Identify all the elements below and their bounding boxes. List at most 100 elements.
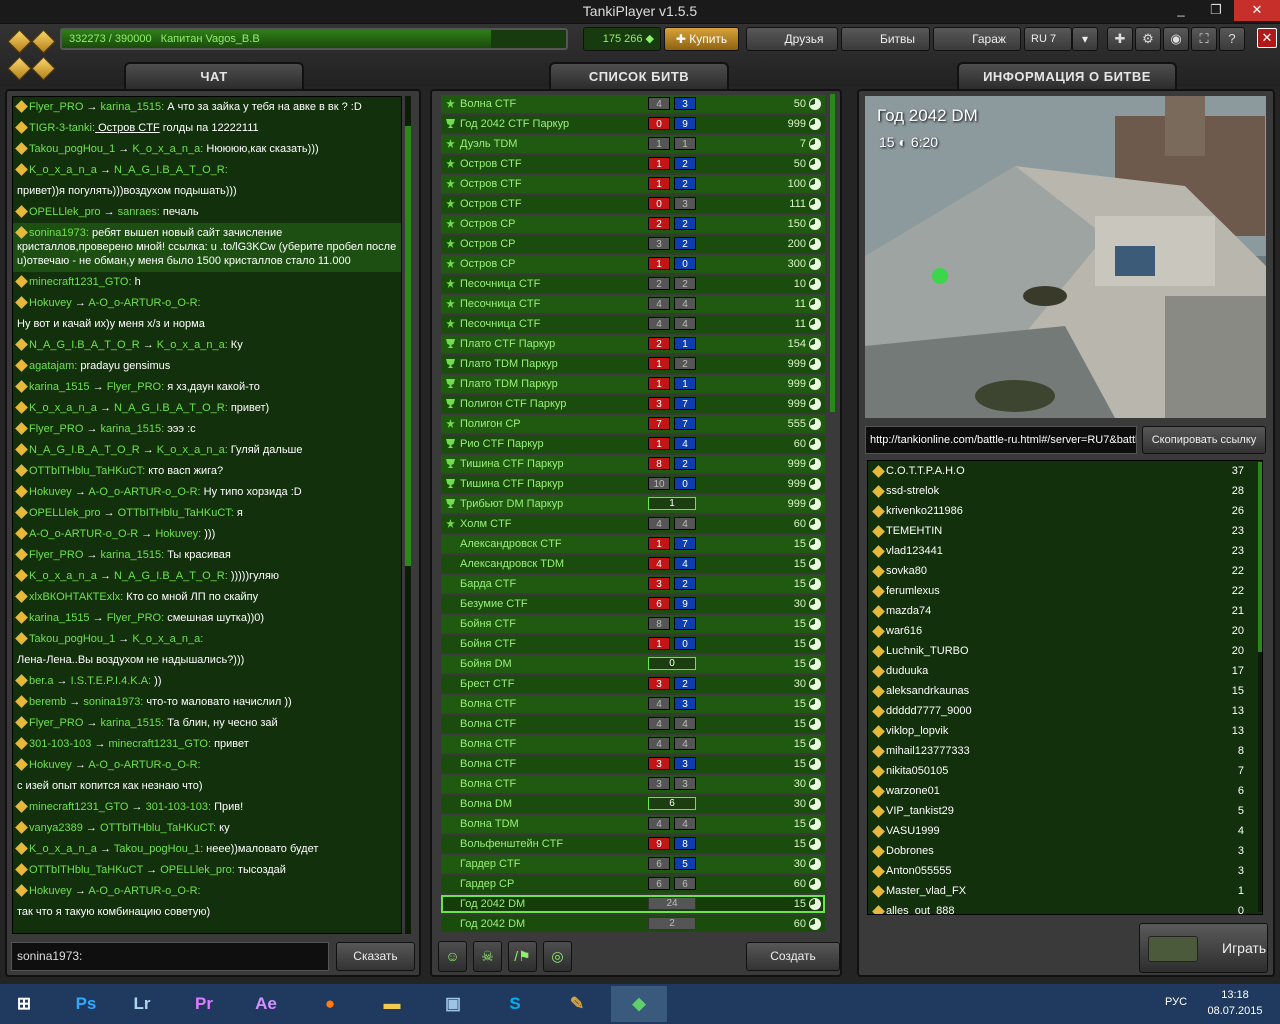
battle-row[interactable]: Бойня CTF 1 0 15: [441, 634, 825, 654]
battle-row[interactable]: Гардер CTF 6 5 30: [441, 854, 825, 874]
chat-recipient[interactable]: K_o_x_a_n_a:: [132, 143, 203, 155]
battle-row[interactable]: Плато CTF Паркур 2 1 154: [441, 334, 825, 354]
chat-recipient[interactable]: Flyer_PRO:: [107, 381, 164, 393]
player-row[interactable]: Luchnik_TURBO 20: [868, 641, 1250, 661]
file-explorer-icon[interactable]: ▬: [364, 986, 420, 1022]
chat-sender[interactable]: Flyer_PRO: [29, 549, 83, 561]
chat-recipient[interactable]: OPELLlek_pro:: [160, 864, 235, 876]
chat-sender[interactable]: K_o_x_a_n_a: [29, 402, 97, 414]
help-icon-button[interactable]: ?: [1219, 27, 1245, 51]
chat-sender[interactable]: OPELLlek_pro: [29, 206, 101, 218]
chat-sender[interactable]: xlxВКОНТАКТЕxlx:: [29, 591, 123, 603]
chat-recipient[interactable]: sonina1973:: [83, 696, 143, 708]
chat-recipient[interactable]: minecraft1231_GTO:: [109, 738, 212, 750]
play-button[interactable]: Играть: [1139, 923, 1268, 973]
chat-sender[interactable]: Flyer_PRO: [29, 423, 83, 435]
filter-tdm-button[interactable]: ☠: [473, 941, 502, 972]
chat-sender[interactable]: OTTbITHblu_TaHKuCT:: [29, 465, 145, 477]
filter-dm-button[interactable]: ☺: [438, 941, 467, 972]
player-row[interactable]: aleksandrkaunas 15: [868, 681, 1250, 701]
chat-recipient[interactable]: karina_1515:: [101, 101, 165, 113]
chat-sender[interactable]: N_A_G_I.B_A_T_O_R: [29, 339, 140, 351]
player-row[interactable]: VASU1999 4: [868, 821, 1250, 841]
player-row[interactable]: war616 20: [868, 621, 1250, 641]
battle-row[interactable]: Волна CTF 4 3 50: [441, 94, 825, 114]
chat-recipient[interactable]: N_A_G_I.B_A_T_O_R:: [114, 402, 228, 414]
player-row[interactable]: mazda74 21: [868, 601, 1250, 621]
chat-sender[interactable]: Takou_pogHou_1: [29, 633, 115, 645]
chat-sender[interactable]: Hokuvey: [29, 759, 72, 771]
chat-sender[interactable]: Flyer_PRO: [29, 717, 83, 729]
player-row[interactable]: warzone01 6: [868, 781, 1250, 801]
player-row[interactable]: Anton055555 3: [868, 861, 1250, 881]
chat-sender[interactable]: Flyer_PRO: [29, 101, 83, 113]
battle-row[interactable]: Вольфенштейн CTF 9 8 15: [441, 834, 825, 854]
chat-sender[interactable]: OTTbITHblu_TaHKuCT: [29, 864, 143, 876]
chat-sender[interactable]: N_A_G_I.B_A_T_O_R: [29, 444, 140, 456]
chat-sender[interactable]: K_o_x_a_n_a: [29, 164, 97, 176]
chat-recipient[interactable]: sanraes:: [118, 206, 160, 218]
chat-scroll-thumb[interactable]: [405, 126, 411, 566]
paint-icon[interactable]: ✎: [549, 986, 605, 1022]
chat-recipient[interactable]: N_A_G_I.B_A_T_O_R:: [114, 164, 228, 176]
battle-row[interactable]: Остров CP 1 0 300: [441, 254, 825, 274]
chat-sender[interactable]: sonina1973:: [29, 227, 89, 239]
battle-row[interactable]: Безумие CTF 6 9 30: [441, 594, 825, 614]
battle-row[interactable]: Волна TDM 4 4 15: [441, 814, 825, 834]
battle-row[interactable]: Волна CTF 4 4 15: [441, 714, 825, 734]
battle-row[interactable]: Волна CTF 3 3 30: [441, 774, 825, 794]
battle-row[interactable]: Тишина CTF Паркур 8 2 999: [441, 454, 825, 474]
chat-recipient[interactable]: OTTbITHblu_TaHKuCT:: [100, 822, 216, 834]
battle-row[interactable]: Остров CP 2 2 150: [441, 214, 825, 234]
sound-icon-button[interactable]: ◉: [1163, 27, 1189, 51]
battle-row[interactable]: Плато TDM Паркур 1 1 999: [441, 374, 825, 394]
referral-icon-button[interactable]: ✚: [1107, 27, 1133, 51]
server-select[interactable]: RU 7: [1024, 27, 1072, 51]
player-list-scrollbar[interactable]: [1258, 462, 1262, 912]
remote-desktop-icon[interactable]: ▣: [425, 986, 481, 1022]
battle-row[interactable]: Остров CP 3 2 200: [441, 234, 825, 254]
chat-sender[interactable]: K_o_x_a_n_a: [29, 570, 97, 582]
windows-start-icon[interactable]: ⊞: [0, 986, 48, 1022]
chat-input[interactable]: sonina1973:: [11, 942, 329, 971]
player-row[interactable]: viklop_lopvik 13: [868, 721, 1250, 741]
chat-recipient[interactable]: A-O_o-ARTUR-o_O-R:: [88, 885, 200, 897]
buy-button[interactable]: ✚ Купить: [664, 27, 739, 51]
chat-sender[interactable]: ber.a: [29, 675, 53, 687]
battle-row[interactable]: Плато TDM Паркур 1 2 999: [441, 354, 825, 374]
premiere-icon[interactable]: Pr: [176, 986, 232, 1022]
chat-scrollbar[interactable]: [405, 96, 411, 934]
chat-recipient[interactable]: I.S.T.E.P.I.4.K.A:: [71, 675, 152, 687]
skype-icon[interactable]: S: [487, 986, 543, 1022]
battle-row[interactable]: Волна DM 6 30: [441, 794, 825, 814]
chat-recipient[interactable]: OTTbITHblu_TaHKuCT:: [118, 507, 234, 519]
player-row[interactable]: nikita050105 7: [868, 761, 1250, 781]
send-message-button[interactable]: Сказать: [336, 942, 415, 971]
close-app-button[interactable]: ✕: [1257, 28, 1277, 48]
battle-row[interactable]: Остров CTF 1 2 100: [441, 174, 825, 194]
battle-row[interactable]: Трибьют DM Паркур 1 999: [441, 494, 825, 514]
chat-recipient[interactable]: Hokuvey:: [155, 528, 201, 540]
chat-recipient[interactable]: A-O_o-ARTUR-o_O-R:: [88, 486, 200, 498]
player-row[interactable]: TEMEHTIN 23: [868, 521, 1250, 541]
clock[interactable]: 13:18 08.07.2015: [1196, 987, 1274, 1019]
chat-recipient[interactable]: karina_1515:: [101, 549, 165, 561]
copy-link-button[interactable]: Скопировать ссылку: [1142, 426, 1266, 454]
after-effects-icon[interactable]: Ae: [238, 986, 294, 1022]
player-row[interactable]: duduuka 17: [868, 661, 1250, 681]
garage-button[interactable]: Гараж: [933, 27, 1021, 51]
friends-button[interactable]: Друзья: [746, 27, 838, 51]
player-row[interactable]: sovka80 22: [868, 561, 1250, 581]
battle-row[interactable]: Песочница CTF 4 4 11: [441, 294, 825, 314]
battle-row[interactable]: Песочница CTF 4 4 11: [441, 314, 825, 334]
chat-sender[interactable]: Hokuvey: [29, 486, 72, 498]
fullscreen-icon-button[interactable]: ⛶: [1191, 27, 1217, 51]
battle-row[interactable]: Брест CTF 3 2 30: [441, 674, 825, 694]
battle-row[interactable]: Рио CTF Паркур 1 4 60: [441, 434, 825, 454]
create-battle-button[interactable]: Создать: [746, 942, 840, 971]
player-row[interactable]: alles_out_888 0: [868, 901, 1250, 914]
chat-recipient[interactable]: K_o_x_a_n_a:: [157, 444, 228, 456]
chat-recipient[interactable]: A-O_o-ARTUR-o_O-R:: [88, 759, 200, 771]
player-row[interactable]: ferumlexus 22: [868, 581, 1250, 601]
battle-row[interactable]: Бойня DM 0 15: [441, 654, 825, 674]
